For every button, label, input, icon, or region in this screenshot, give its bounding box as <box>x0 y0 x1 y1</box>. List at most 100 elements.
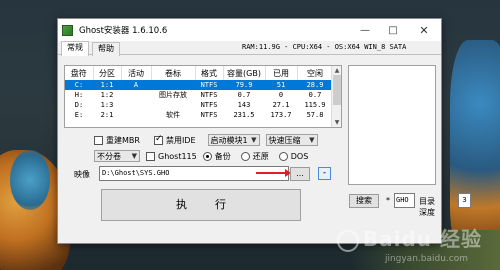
partition-table: 盘符 分区 活动 卷标 格式 容量(GB) 已用 空闲 C: 1:1 A NTF… <box>65 66 334 120</box>
table-row[interactable]: C: 1:1 A NTFS 79.9 51 28.9 <box>65 80 333 90</box>
rebuild-mbr-checkbox[interactable]: 重建MBR <box>94 135 140 146</box>
column-header[interactable]: 活动 <box>121 66 152 80</box>
table-cell: 0 <box>278 91 284 99</box>
column-header[interactable]: 分区 <box>93 66 122 80</box>
options-row-1: 重建MBR 禁用IDE 启动模块1 ▼ 快速压缩 ▼ <box>94 134 318 146</box>
table-cell: NTFS <box>200 101 218 109</box>
scroll-down-icon[interactable]: ▼ <box>332 118 341 127</box>
minimize-button[interactable]: — <box>351 19 379 41</box>
partition-list-scrollbar[interactable]: ▲ ▼ <box>331 66 341 127</box>
boot-module-value: 启动模块1 <box>210 135 248 145</box>
table-cell <box>121 90 151 100</box>
restore-label: 还原 <box>252 151 269 161</box>
column-header[interactable]: 容量(GB) <box>223 66 266 80</box>
tab-bar: 常规 帮助 RAM:11.9G - CPU:X64 - OS:X64 WIN_8… <box>58 41 441 56</box>
table-cell: 143 <box>237 101 251 109</box>
column-header[interactable]: 格式 <box>195 66 224 80</box>
file-list-box[interactable] <box>348 65 436 185</box>
table-cell: 0.7 <box>308 91 322 99</box>
window-controls: — □ ✕ <box>351 19 441 41</box>
table-cell: 28.9 <box>297 80 333 90</box>
backup-label: 备份 <box>214 151 231 161</box>
extension-input[interactable]: GHO <box>394 193 415 208</box>
checkbox-box <box>94 135 103 145</box>
radio-dot <box>240 151 250 161</box>
minimize-icon: — <box>360 24 370 36</box>
scroll-thumb[interactable] <box>333 75 341 105</box>
close-icon: ✕ <box>419 23 429 37</box>
table-cell: C: <box>65 80 93 90</box>
table-cell: 1:2 <box>100 91 114 99</box>
table-cell: H: <box>74 91 84 99</box>
annotation-arrow <box>256 169 291 177</box>
disable-ide-label: 禁用IDE <box>165 135 196 145</box>
checkbox-box <box>146 151 155 161</box>
maximize-icon: □ <box>388 24 398 36</box>
ghost-installer-window: Ghost安装器 1.6.10.6 — □ ✕ 常规 帮助 RAM:11.9G … <box>57 18 471 245</box>
table-row[interactable]: E: 2:1 软件 NTFS 231.5 173.7 57.8 <box>65 110 333 120</box>
compression-select[interactable]: 快速压缩 ▼ <box>265 134 318 146</box>
split-volume-select[interactable]: 不分卷 ▼ <box>94 150 140 162</box>
watermark-logo: Baidu 经验 <box>336 223 482 252</box>
table-cell: 79.9 <box>223 80 265 90</box>
scroll-up-icon[interactable]: ▲ <box>332 66 341 75</box>
table-cell: 1:3 <box>100 101 114 109</box>
close-button[interactable]: ✕ <box>407 19 441 41</box>
tab-general[interactable]: 常规 <box>61 41 89 56</box>
browse-button[interactable]: ... <box>290 167 310 181</box>
disable-ide-checkbox[interactable]: 禁用IDE <box>153 134 196 146</box>
system-info: RAM:11.9G - CPU:X64 - OS:X64 WIN_8 SATA <box>242 43 407 51</box>
chevron-down-icon: ▼ <box>131 152 137 160</box>
table-cell: 27.1 <box>272 101 290 109</box>
table-cell <box>121 110 151 120</box>
column-header[interactable]: 空闲 <box>297 66 334 80</box>
table-cell: 图片存放 <box>159 91 187 99</box>
column-header[interactable]: 已用 <box>265 66 298 80</box>
split-volume-value: 不分卷 <box>97 151 121 161</box>
table-cell: NTFS <box>200 111 218 119</box>
backup-radio[interactable]: 备份 <box>202 151 231 162</box>
table-cell: E: <box>74 111 84 119</box>
chevron-down-icon: ▼ <box>309 136 315 144</box>
table-cell: 231.5 <box>233 111 255 119</box>
table-cell <box>151 100 195 110</box>
table-cell: 1:1 <box>93 80 121 90</box>
dos-radio[interactable]: DOS <box>278 151 309 161</box>
general-panel: 盘符 分区 活动 卷标 格式 容量(GB) 已用 空闲 C: 1:1 A NTF… <box>58 55 471 245</box>
rebuild-mbr-label: 重建MBR <box>106 135 140 145</box>
radio-dot <box>278 151 288 161</box>
table-cell: A <box>121 80 151 90</box>
depth-label: 目录深度 <box>419 197 435 217</box>
table-header: 盘符 分区 活动 卷标 格式 容量(GB) 已用 空闲 <box>65 66 334 80</box>
restore-radio[interactable]: 还原 <box>240 151 269 162</box>
table-cell <box>121 100 151 110</box>
image-label: 映像 <box>74 170 90 179</box>
table-cell: 51 <box>265 80 297 90</box>
ghost115-checkbox[interactable]: Ghost115 <box>146 151 197 161</box>
app-icon <box>62 24 73 36</box>
watermark-url: jingyan.baidu.com <box>384 254 468 264</box>
maximize-button[interactable]: □ <box>379 19 407 41</box>
table-cell: 软件 <box>166 111 180 119</box>
partition-list[interactable]: 盘符 分区 活动 卷标 格式 容量(GB) 已用 空闲 C: 1:1 A NTF… <box>64 65 342 128</box>
column-header[interactable]: 卷标 <box>151 66 196 80</box>
execute-button[interactable]: 执行 <box>101 189 301 221</box>
depth-input[interactable]: 3 <box>458 193 471 208</box>
column-header[interactable]: 盘符 <box>65 66 94 80</box>
table-cell: NTFS <box>200 91 218 99</box>
title-bar[interactable]: Ghost安装器 1.6.10.6 — □ ✕ <box>58 19 441 41</box>
boot-module-select[interactable]: 启动模块1 ▼ <box>207 134 260 146</box>
remove-button[interactable]: - <box>318 167 331 180</box>
dos-label: DOS <box>290 151 309 161</box>
table-cell: 2:1 <box>100 111 114 119</box>
tab-help[interactable]: 帮助 <box>92 42 120 56</box>
table-cell: 173.7 <box>270 111 292 119</box>
radio-dot <box>202 151 212 161</box>
table-cell <box>151 80 195 90</box>
table-cell: 57.8 <box>306 111 324 119</box>
wildcard-label: * <box>386 196 390 205</box>
table-row[interactable]: H: 1:2 图片存放 NTFS 0.7 0 0.7 <box>65 90 333 100</box>
table-cell: 115.9 <box>304 101 326 109</box>
table-row[interactable]: D: 1:3 NTFS 143 27.1 115.9 <box>65 100 333 110</box>
search-button[interactable]: 搜索 <box>349 194 379 208</box>
